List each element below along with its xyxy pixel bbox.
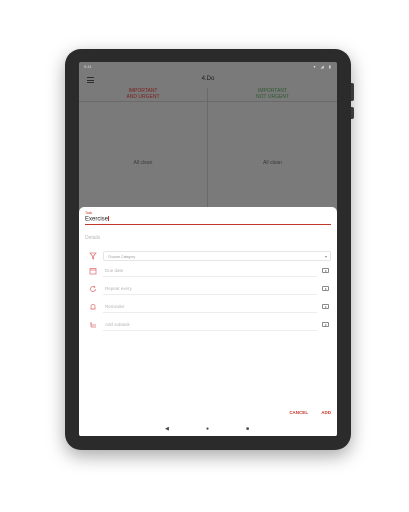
subtask-label: Add subtask: [105, 322, 130, 327]
sheet-actions: CANCEL ADD: [277, 410, 331, 415]
eisenhower-grid: IMPORTANT AND URGENT All clean IMPORTANT…: [79, 88, 337, 208]
add-button[interactable]: ADD: [321, 410, 331, 415]
quadrant-title-line2: NOT URGENT: [256, 93, 289, 100]
row-underline: [103, 312, 317, 313]
chevron-down-icon: ▾: [324, 254, 327, 259]
side-button-top: [351, 83, 354, 101]
repeat-icon: [89, 285, 97, 293]
due-date-label: Due date: [105, 268, 124, 273]
repeat-label: Repeat every: [105, 286, 132, 291]
tablet-device-frame: 9:41 ▾ ◢ ▮ 4.Do IMPORTANT AND URGENT All…: [65, 49, 354, 450]
category-dropdown[interactable]: Choose Category ▾: [103, 251, 331, 261]
filter-icon: [89, 252, 97, 260]
text-caret: [108, 216, 109, 221]
keyboard-toggle-icon[interactable]: [322, 322, 329, 327]
row-underline: [103, 276, 317, 277]
task-input-underline: [85, 224, 331, 225]
calendar-icon: [89, 267, 97, 275]
keyboard-toggle-icon[interactable]: [322, 268, 329, 273]
keyboard-toggle-icon[interactable]: [322, 286, 329, 291]
subtask-icon: [89, 321, 97, 329]
quadrant-title-line2: AND URGENT: [126, 93, 160, 100]
category-row: Choose Category ▾: [85, 250, 331, 262]
app-title: 4.Do: [201, 76, 215, 82]
task-input-value: Exercise: [85, 216, 109, 223]
category-placeholder: Choose Category: [108, 254, 136, 259]
reminder-row[interactable]: Reminder: [85, 301, 331, 313]
cancel-button[interactable]: CANCEL: [289, 410, 308, 415]
status-time: 9:41: [84, 64, 92, 69]
app-bar: 4.Do: [79, 72, 337, 88]
keyboard-toggle-icon[interactable]: [322, 304, 329, 309]
details-label: Details: [85, 235, 101, 241]
quadrant-header: IMPORTANT AND URGENT: [79, 88, 207, 102]
add-task-sheet: Task Exercise Details Choose Category ▾: [79, 207, 337, 423]
quadrant-empty-text: All clean: [263, 160, 282, 166]
row-underline: [103, 330, 317, 331]
bell-icon: [89, 303, 97, 311]
quadrant-empty-text: All clean: [133, 160, 153, 166]
row-underline: [103, 294, 317, 295]
due-date-row[interactable]: Due date: [85, 265, 331, 277]
subtask-row[interactable]: Add subtask: [85, 319, 331, 331]
system-navigation-bar: ◀ ● ■: [79, 422, 337, 436]
recents-icon[interactable]: ■: [246, 426, 249, 432]
reminder-label: Reminder: [105, 304, 125, 309]
app-screen: 9:41 ▾ ◢ ▮ 4.Do IMPORTANT AND URGENT All…: [79, 62, 337, 436]
quadrant-important-urgent[interactable]: IMPORTANT AND URGENT All clean: [79, 88, 208, 208]
status-icons: ▾ ◢ ▮: [313, 64, 333, 69]
home-icon[interactable]: ●: [206, 426, 209, 432]
task-input[interactable]: Exercise: [85, 216, 109, 223]
repeat-row[interactable]: Repeat every: [85, 283, 331, 295]
quadrant-header: IMPORTANT NOT URGENT: [208, 88, 337, 102]
back-icon[interactable]: ◀: [165, 426, 169, 432]
status-bar: 9:41 ▾ ◢ ▮: [79, 62, 337, 72]
task-field-label: Task: [85, 211, 93, 215]
side-button-bottom: [351, 107, 354, 119]
quadrant-important-not-urgent[interactable]: IMPORTANT NOT URGENT All clean: [208, 88, 337, 208]
